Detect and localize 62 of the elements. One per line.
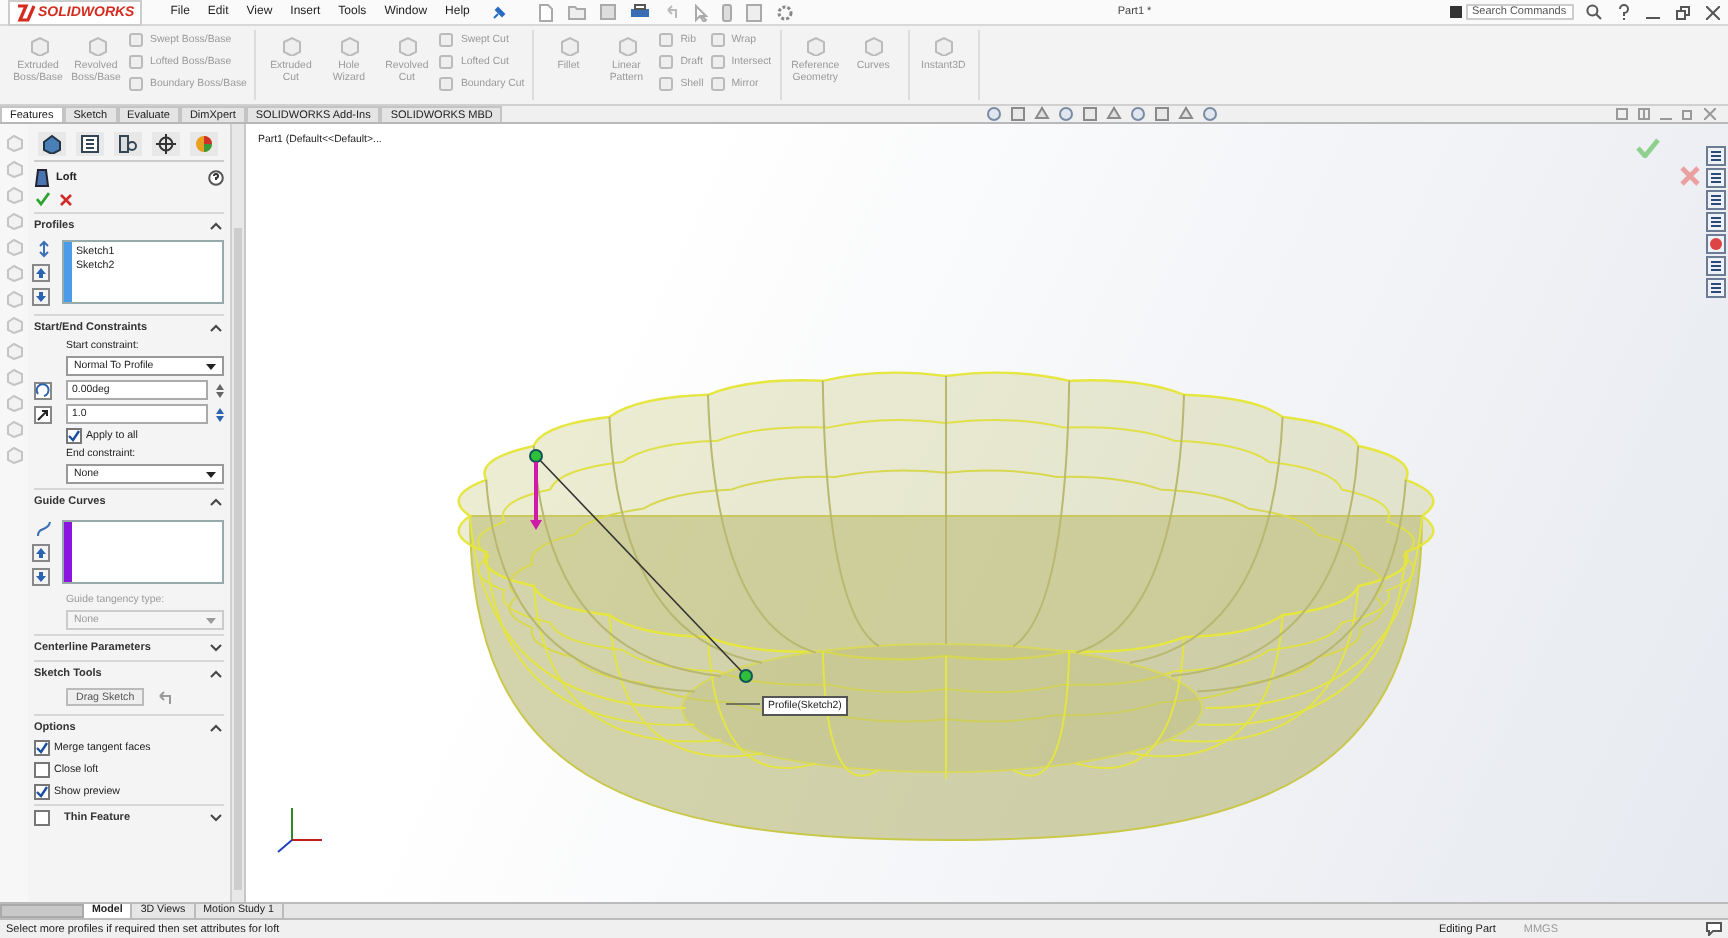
move-up-button[interactable] xyxy=(32,544,50,562)
help-icon[interactable] xyxy=(1618,4,1630,20)
caret-icon xyxy=(206,363,216,369)
new-file-icon[interactable] xyxy=(537,3,554,21)
feature-icon xyxy=(862,34,885,56)
chevron-icon[interactable] xyxy=(210,814,222,822)
chevron-icon[interactable] xyxy=(210,324,222,332)
feature-icon xyxy=(279,34,302,56)
close-icon[interactable] xyxy=(1706,5,1720,19)
feature-icon xyxy=(615,34,638,56)
loft-icon xyxy=(34,168,50,188)
save-icon[interactable] xyxy=(599,4,616,20)
restore-icon[interactable] xyxy=(1676,5,1690,19)
pin-icon[interactable] xyxy=(491,5,506,19)
checkbox[interactable] xyxy=(34,740,50,756)
leader-line xyxy=(725,703,761,705)
chevron-icon[interactable] xyxy=(210,724,222,732)
direction-arrow xyxy=(530,462,542,530)
chevron-icon[interactable] xyxy=(210,222,222,230)
feature-icon xyxy=(395,34,418,56)
checkbox[interactable] xyxy=(34,762,50,778)
open-folder-icon[interactable] xyxy=(567,4,586,20)
feature-icon xyxy=(557,34,580,56)
reorder-icon[interactable] xyxy=(36,240,52,258)
chevron-icon[interactable] xyxy=(210,670,222,678)
curve-icon[interactable] xyxy=(36,520,52,538)
spinner-icon[interactable] xyxy=(216,383,224,397)
help-icon[interactable] xyxy=(208,170,224,186)
feature-icon xyxy=(27,34,49,56)
feature-tree-tab-icon[interactable] xyxy=(38,132,66,156)
ok-button[interactable] xyxy=(36,192,50,206)
search-icon[interactable] xyxy=(1586,4,1602,20)
move-up-button[interactable] xyxy=(32,264,50,282)
scrollbar[interactable] xyxy=(230,124,244,902)
cancel-button[interactable] xyxy=(60,193,72,205)
feature-icon xyxy=(804,34,827,56)
checkbox[interactable] xyxy=(66,428,82,444)
property-tab-icon[interactable] xyxy=(76,132,104,156)
spinner-icon[interactable] xyxy=(216,407,224,421)
feature-icon xyxy=(337,34,360,56)
checkbox[interactable] xyxy=(34,784,50,800)
chevron-icon[interactable] xyxy=(210,644,222,652)
document-icon[interactable] xyxy=(745,3,762,21)
tile-icon[interactable] xyxy=(1616,108,1628,120)
undo-icon[interactable] xyxy=(156,689,175,705)
cursor-icon[interactable] xyxy=(693,3,708,21)
configuration-tab-icon[interactable] xyxy=(114,132,142,156)
caret-icon xyxy=(206,617,216,623)
table-icon[interactable] xyxy=(1706,256,1726,276)
move-down-button[interactable] xyxy=(32,288,50,306)
move-down-button[interactable] xyxy=(32,568,50,586)
caret-icon xyxy=(206,471,216,477)
crosshair-icon[interactable] xyxy=(152,132,180,156)
triad-drawing xyxy=(277,807,323,853)
print-icon[interactable] xyxy=(629,4,650,20)
guide-curve-list[interactable] xyxy=(62,520,224,584)
angle-icon xyxy=(34,381,52,399)
tile-icon[interactable] xyxy=(1638,108,1650,120)
feature-icon xyxy=(85,34,107,56)
checkbox[interactable] xyxy=(34,810,50,826)
feature-icon xyxy=(932,34,955,56)
arrow-icon xyxy=(34,405,52,423)
